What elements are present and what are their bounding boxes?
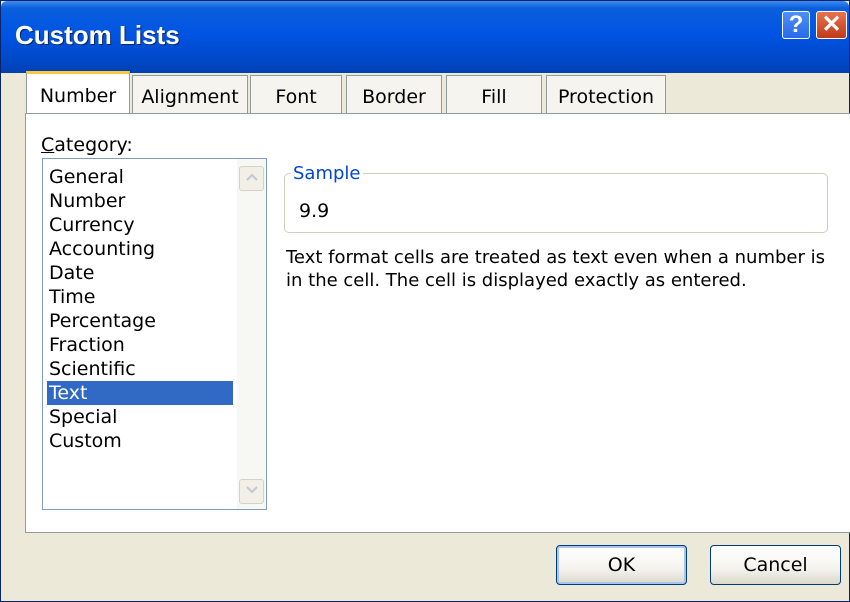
list-item-scientific[interactable]: Scientific xyxy=(47,357,233,381)
category-label-access-key: C xyxy=(41,134,55,156)
category-listbox[interactable]: General Number Currency Accounting Date … xyxy=(42,158,267,510)
scroll-down-button[interactable] xyxy=(239,479,264,504)
chevron-up-icon xyxy=(245,173,258,181)
list-item-general[interactable]: General xyxy=(47,165,233,189)
list-item-accounting[interactable]: Accounting xyxy=(47,237,233,261)
tab-number[interactable]: Number xyxy=(26,71,130,113)
category-scrollbar[interactable] xyxy=(237,159,266,509)
tab-border[interactable]: Border xyxy=(346,75,442,113)
cancel-button[interactable]: Cancel xyxy=(710,545,841,585)
list-item-date[interactable]: Date xyxy=(47,261,233,285)
chevron-down-icon xyxy=(245,486,258,494)
window-title: Custom Lists xyxy=(15,20,180,50)
list-item-currency[interactable]: Currency xyxy=(47,213,233,237)
help-button[interactable]: ? xyxy=(782,11,810,39)
list-item-percentage[interactable]: Percentage xyxy=(47,309,233,333)
list-item-custom[interactable]: Custom xyxy=(47,429,233,453)
title-bar[interactable]: Custom Lists ? ✕ xyxy=(1,1,849,73)
tab-protection[interactable]: Protection xyxy=(546,75,666,113)
help-icon: ? xyxy=(788,11,804,38)
format-cells-dialog: Custom Lists ? ✕ Number Alignment Font B… xyxy=(0,0,850,602)
sample-legend: Sample xyxy=(291,163,363,184)
format-description: Text format cells are treated as text ev… xyxy=(286,247,825,291)
list-item-fraction[interactable]: Fraction xyxy=(47,333,233,357)
category-label: Category: xyxy=(41,134,133,156)
scroll-up-button[interactable] xyxy=(239,166,264,191)
category-label-rest: ategory: xyxy=(54,134,133,156)
list-item-special[interactable]: Special xyxy=(47,405,233,429)
list-item-text[interactable]: Text xyxy=(47,381,233,405)
sample-groupbox xyxy=(284,173,828,233)
close-icon: ✕ xyxy=(821,11,842,38)
sample-value: 9.9 xyxy=(299,200,330,222)
list-item-time[interactable]: Time xyxy=(47,285,233,309)
tab-alignment[interactable]: Alignment xyxy=(132,75,248,113)
close-button[interactable]: ✕ xyxy=(816,11,847,39)
ok-button[interactable]: OK xyxy=(556,545,687,585)
tab-font[interactable]: Font xyxy=(250,75,342,113)
list-item-number[interactable]: Number xyxy=(47,189,233,213)
tab-fill[interactable]: Fill xyxy=(446,75,542,113)
